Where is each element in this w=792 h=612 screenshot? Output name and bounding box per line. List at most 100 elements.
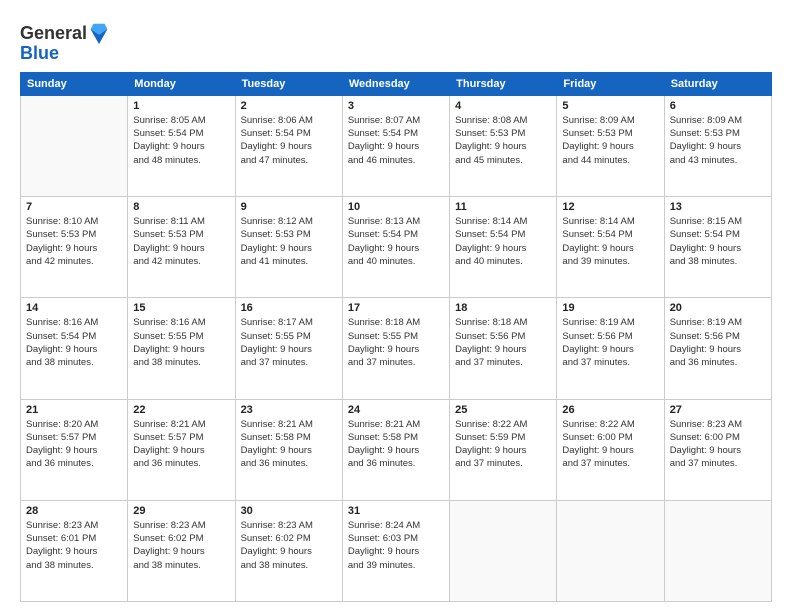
weekday-header-sunday: Sunday xyxy=(21,72,128,95)
day-info: Sunrise: 8:09 AMSunset: 5:53 PMDaylight:… xyxy=(670,114,766,167)
day-info: Sunrise: 8:09 AMSunset: 5:53 PMDaylight:… xyxy=(562,114,658,167)
calendar-cell xyxy=(664,500,771,601)
calendar-cell: 24 Sunrise: 8:21 AMSunset: 5:58 PMDayligh… xyxy=(342,399,449,500)
calendar-cell: 23Sunrise: 8:21 AMSunset: 5:58 PMDayligh… xyxy=(235,399,342,500)
day-number: 20 xyxy=(670,302,766,314)
page: General Blue SundayMondayTuesdayWednesda… xyxy=(0,0,792,612)
calendar-cell: 12 Sunrise: 8:14 AMSunset: 5:54 PMDayligh… xyxy=(557,197,664,298)
calendar-cell: 10Sunrise: 8:13 AMSunset: 5:54 PMDayligh… xyxy=(342,197,449,298)
day-info: Sunrise: 8:20 AMSunset: 5:57 PMDaylight:… xyxy=(26,418,122,471)
day-info: Sunrise: 8:11 AMSunset: 5:53 PMDaylight:… xyxy=(133,215,229,268)
calendar-cell: 20 Sunrise: 8:19 AMSunset: 5:56 PMDayligh… xyxy=(664,298,771,399)
day-info: Sunrise: 8:18 AMSunset: 5:56 PMDaylight:… xyxy=(455,316,551,369)
day-number: 14 xyxy=(26,302,122,314)
calendar-cell: 15Sunrise: 8:16 AMSunset: 5:55 PMDayligh… xyxy=(128,298,235,399)
day-number: 26 xyxy=(562,404,658,416)
calendar-cell: 5 Sunrise: 8:09 AMSunset: 5:53 PMDaylight… xyxy=(557,95,664,196)
day-number: 21 xyxy=(26,404,122,416)
calendar-cell xyxy=(450,500,557,601)
day-number: 25 xyxy=(455,404,551,416)
day-info: Sunrise: 8:22 AMSunset: 6:00 PMDaylight:… xyxy=(562,418,658,471)
calendar-cell: 11Sunrise: 8:14 AMSunset: 5:54 PMDayligh… xyxy=(450,197,557,298)
day-info: Sunrise: 8:16 AMSunset: 5:54 PMDaylight:… xyxy=(26,316,122,369)
calendar-week-2: 7Sunrise: 8:10 AMSunset: 5:53 PMDaylight… xyxy=(21,197,772,298)
day-number: 30 xyxy=(241,505,337,517)
day-info: Sunrise: 8:17 AMSunset: 5:55 PMDaylight:… xyxy=(241,316,337,369)
day-info: Sunrise: 8:18 AMSunset: 5:55 PMDaylight:… xyxy=(348,316,444,369)
day-info: Sunrise: 8:08 AMSunset: 5:53 PMDaylight:… xyxy=(455,114,551,167)
day-number: 22 xyxy=(133,404,229,416)
calendar-cell: 8 Sunrise: 8:11 AMSunset: 5:53 PMDaylight… xyxy=(128,197,235,298)
weekday-header-wednesday: Wednesday xyxy=(342,72,449,95)
day-number: 31 xyxy=(348,505,444,517)
calendar-week-4: 21 Sunrise: 8:20 AMSunset: 5:57 PMDayligh… xyxy=(21,399,772,500)
weekday-header-thursday: Thursday xyxy=(450,72,557,95)
day-number: 2 xyxy=(241,100,337,112)
calendar-cell: 1 Sunrise: 8:05 AMSunset: 5:54 PMDaylight… xyxy=(128,95,235,196)
calendar-cell: 30 Sunrise: 8:23 AMSunset: 6:02 PMDayligh… xyxy=(235,500,342,601)
calendar-cell: 6 Sunrise: 8:09 AMSunset: 5:53 PMDaylight… xyxy=(664,95,771,196)
day-number: 24 xyxy=(348,404,444,416)
calendar-cell: 14 Sunrise: 8:16 AMSunset: 5:54 PMDayligh… xyxy=(21,298,128,399)
calendar-cell xyxy=(557,500,664,601)
logo-blue: Blue xyxy=(20,44,111,64)
day-number: 11 xyxy=(455,201,551,213)
calendar-cell: 19 Sunrise: 8:19 AMSunset: 5:56 PMDayligh… xyxy=(557,298,664,399)
day-number: 9 xyxy=(241,201,337,213)
day-number: 27 xyxy=(670,404,766,416)
weekday-header-friday: Friday xyxy=(557,72,664,95)
weekday-header-saturday: Saturday xyxy=(664,72,771,95)
calendar-cell: 21 Sunrise: 8:20 AMSunset: 5:57 PMDayligh… xyxy=(21,399,128,500)
calendar-cell: 4 Sunrise: 8:08 AMSunset: 5:53 PMDaylight… xyxy=(450,95,557,196)
day-number: 4 xyxy=(455,100,551,112)
header: General Blue xyxy=(20,18,772,64)
weekday-header-tuesday: Tuesday xyxy=(235,72,342,95)
day-info: Sunrise: 8:23 AMSunset: 6:02 PMDaylight:… xyxy=(241,519,337,572)
day-info: Sunrise: 8:07 AMSunset: 5:54 PMDaylight:… xyxy=(348,114,444,167)
calendar-header-row: SundayMondayTuesdayWednesdayThursdayFrid… xyxy=(21,72,772,95)
calendar-cell: 3 Sunrise: 8:07 AMSunset: 5:54 PMDaylight… xyxy=(342,95,449,196)
day-info: Sunrise: 8:15 AMSunset: 5:54 PMDaylight:… xyxy=(670,215,766,268)
day-info: Sunrise: 8:05 AMSunset: 5:54 PMDaylight:… xyxy=(133,114,229,167)
day-number: 18 xyxy=(455,302,551,314)
day-info: Sunrise: 8:21 AMSunset: 5:57 PMDaylight:… xyxy=(133,418,229,471)
day-info: Sunrise: 8:21 AMSunset: 5:58 PMDaylight:… xyxy=(348,418,444,471)
calendar-cell: 7Sunrise: 8:10 AMSunset: 5:53 PMDaylight… xyxy=(21,197,128,298)
calendar-cell: 31 Sunrise: 8:24 AMSunset: 6:03 PMDayligh… xyxy=(342,500,449,601)
day-info: Sunrise: 8:19 AMSunset: 5:56 PMDaylight:… xyxy=(670,316,766,369)
day-number: 12 xyxy=(562,201,658,213)
calendar-cell: 18 Sunrise: 8:18 AMSunset: 5:56 PMDayligh… xyxy=(450,298,557,399)
calendar-cell: 27 Sunrise: 8:23 AMSunset: 6:00 PMDayligh… xyxy=(664,399,771,500)
calendar-cell: 26 Sunrise: 8:22 AMSunset: 6:00 PMDayligh… xyxy=(557,399,664,500)
logo: General Blue xyxy=(20,22,111,64)
calendar-cell: 22 Sunrise: 8:21 AMSunset: 5:57 PMDayligh… xyxy=(128,399,235,500)
day-number: 19 xyxy=(562,302,658,314)
calendar-table: SundayMondayTuesdayWednesdayThursdayFrid… xyxy=(20,72,772,602)
day-info: Sunrise: 8:22 AMSunset: 5:59 PMDaylight:… xyxy=(455,418,551,471)
day-number: 17 xyxy=(348,302,444,314)
calendar-cell xyxy=(21,95,128,196)
day-info: Sunrise: 8:23 AMSunset: 6:00 PMDaylight:… xyxy=(670,418,766,471)
day-info: Sunrise: 8:19 AMSunset: 5:56 PMDaylight:… xyxy=(562,316,658,369)
day-number: 6 xyxy=(670,100,766,112)
day-number: 13 xyxy=(670,201,766,213)
day-info: Sunrise: 8:14 AMSunset: 5:54 PMDaylight:… xyxy=(562,215,658,268)
weekday-header-monday: Monday xyxy=(128,72,235,95)
day-number: 10 xyxy=(348,201,444,213)
day-info: Sunrise: 8:12 AMSunset: 5:53 PMDaylight:… xyxy=(241,215,337,268)
day-info: Sunrise: 8:24 AMSunset: 6:03 PMDaylight:… xyxy=(348,519,444,572)
day-info: Sunrise: 8:10 AMSunset: 5:53 PMDaylight:… xyxy=(26,215,122,268)
day-info: Sunrise: 8:21 AMSunset: 5:58 PMDaylight:… xyxy=(241,418,337,471)
day-number: 8 xyxy=(133,201,229,213)
day-number: 16 xyxy=(241,302,337,314)
calendar-cell: 17 Sunrise: 8:18 AMSunset: 5:55 PMDayligh… xyxy=(342,298,449,399)
day-info: Sunrise: 8:16 AMSunset: 5:55 PMDaylight:… xyxy=(133,316,229,369)
logo-icon xyxy=(89,22,109,46)
day-number: 1 xyxy=(133,100,229,112)
calendar-cell: 2Sunrise: 8:06 AMSunset: 5:54 PMDaylight… xyxy=(235,95,342,196)
day-info: Sunrise: 8:23 AMSunset: 6:02 PMDaylight:… xyxy=(133,519,229,572)
day-number: 3 xyxy=(348,100,444,112)
day-number: 5 xyxy=(562,100,658,112)
calendar-week-1: 1 Sunrise: 8:05 AMSunset: 5:54 PMDaylight… xyxy=(21,95,772,196)
day-number: 29 xyxy=(133,505,229,517)
